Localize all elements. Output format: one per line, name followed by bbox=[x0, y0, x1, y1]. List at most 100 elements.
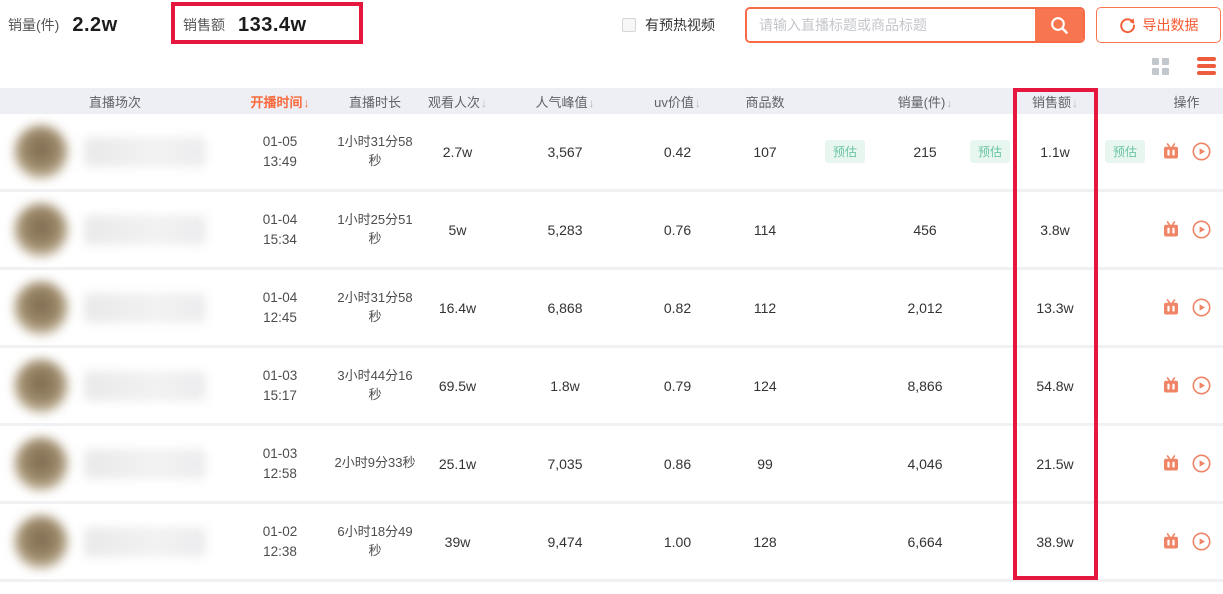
play-icon[interactable] bbox=[1192, 142, 1211, 161]
live-session-cell[interactable] bbox=[0, 359, 230, 413]
column-header-peak-popularity[interactable]: 人气峰值↓ bbox=[495, 92, 635, 111]
play-icon[interactable] bbox=[1192, 298, 1211, 317]
actions-cell bbox=[1150, 142, 1223, 161]
peak-popularity-cell: 5,283 bbox=[495, 222, 635, 238]
live-title-blurred bbox=[84, 449, 206, 479]
live-replay-icon[interactable] bbox=[1162, 143, 1180, 160]
peak-popularity-cell: 9,474 bbox=[495, 534, 635, 550]
uv-value-cell: 0.79 bbox=[635, 378, 720, 394]
column-header-sales-amount[interactable]: 销售额↓ bbox=[1010, 92, 1150, 111]
list-view-icon[interactable] bbox=[1197, 57, 1216, 75]
column-header-uv-value[interactable]: uv价值↓ bbox=[635, 92, 720, 111]
table-row: 01-0212:38 6小时18分49秒 39w 9,474 1.00 128 … bbox=[0, 504, 1223, 582]
sales-amount-cell: 21.5w bbox=[1010, 456, 1150, 472]
column-header-start-time[interactable]: 开播时间↓ bbox=[230, 92, 330, 111]
sales-amount-cell: 13.3w bbox=[1010, 300, 1150, 316]
views-cell: 16.4w bbox=[420, 300, 495, 316]
peak-popularity-cell: 7,035 bbox=[495, 456, 635, 472]
sales-volume-stat: 销量(件) 2.2w bbox=[8, 0, 118, 50]
start-time-cell: 01-0412:45 bbox=[230, 288, 330, 327]
column-header-live-session: 直播场次 bbox=[0, 92, 230, 111]
column-header-sales-volume[interactable]: 销量(件)↓ bbox=[880, 92, 1010, 111]
peak-popularity-cell: 6,868 bbox=[495, 300, 635, 316]
avatar bbox=[14, 125, 68, 179]
duration-cell: 3小时44分16秒 bbox=[330, 367, 420, 405]
column-header-duration: 直播时长 bbox=[330, 92, 420, 111]
live-session-cell[interactable] bbox=[0, 203, 230, 257]
export-data-label: 导出数据 bbox=[1143, 15, 1199, 35]
duration-cell: 6小时18分49秒 bbox=[330, 523, 420, 561]
sales-amount-value: 133.4w bbox=[238, 14, 307, 37]
sales-volume-cell: 2,012 bbox=[880, 300, 1010, 316]
views-cell: 69.5w bbox=[420, 378, 495, 394]
live-title-blurred bbox=[84, 371, 206, 401]
avatar bbox=[14, 515, 68, 569]
uv-value-cell: 0.76 bbox=[635, 222, 720, 238]
circular-arrow-icon bbox=[1119, 17, 1136, 34]
duration-cell: 2小时31分58秒 bbox=[330, 289, 420, 327]
grid-view-icon[interactable] bbox=[1152, 58, 1169, 75]
live-replay-icon[interactable] bbox=[1162, 377, 1180, 394]
sales-amount-label: 销售额 bbox=[183, 15, 225, 35]
sales-amount-stat: 销售额 133.4w bbox=[183, 0, 307, 50]
product-count-cell: 99 bbox=[720, 456, 880, 472]
live-session-cell[interactable] bbox=[0, 437, 230, 491]
table-header-row: 直播场次 开播时间↓ 直播时长 观看人次↓ 人气峰值↓ uv价值↓ 商品数 销量… bbox=[0, 88, 1223, 114]
live-replay-icon[interactable] bbox=[1162, 299, 1180, 316]
play-icon[interactable] bbox=[1192, 220, 1211, 239]
live-session-cell[interactable] bbox=[0, 125, 230, 179]
sales-volume-cell: 6,664 bbox=[880, 534, 1010, 550]
search-input[interactable] bbox=[747, 9, 1035, 41]
column-header-views[interactable]: 观看人次↓ bbox=[420, 92, 495, 111]
sort-down-icon: ↓ bbox=[1072, 96, 1078, 110]
summary-topbar: 销量(件) 2.2w 销售额 133.4w 有预热视频 bbox=[0, 0, 1223, 50]
start-time-cell: 01-0315:17 bbox=[230, 366, 330, 405]
estimate-badge: 预估 bbox=[825, 140, 865, 163]
sales-volume-cell: 8,866 bbox=[880, 378, 1010, 394]
live-analytics-page: 销量(件) 2.2w 销售额 133.4w 有预热视频 bbox=[0, 0, 1223, 594]
uv-value-cell: 0.42 bbox=[635, 144, 720, 160]
sales-volume-cell: 215预估 bbox=[880, 140, 1010, 163]
live-replay-icon[interactable] bbox=[1162, 533, 1180, 550]
duration-cell: 1小时31分58秒 bbox=[330, 133, 420, 171]
estimate-badge: 预估 bbox=[970, 140, 1010, 163]
peak-popularity-cell: 1.8w bbox=[495, 378, 635, 394]
sort-down-icon: ↓ bbox=[304, 96, 310, 110]
live-replay-icon[interactable] bbox=[1162, 221, 1180, 238]
table-row: 01-0315:17 3小时44分16秒 69.5w 1.8w 0.79 124… bbox=[0, 348, 1223, 426]
product-count-cell: 112 bbox=[720, 300, 880, 316]
start-time-cell: 01-0415:34 bbox=[230, 210, 330, 249]
sales-amount-cell: 38.9w bbox=[1010, 534, 1150, 550]
sales-volume-cell: 456 bbox=[880, 222, 1010, 238]
preheat-checkbox-label: 有预热视频 bbox=[645, 15, 715, 35]
search-button[interactable] bbox=[1035, 9, 1083, 41]
sales-amount-cell: 1.1w预估 bbox=[1010, 140, 1150, 163]
live-session-cell[interactable] bbox=[0, 515, 230, 569]
start-time-cell: 01-0312:58 bbox=[230, 444, 330, 483]
sales-volume-label: 销量(件) bbox=[8, 15, 59, 35]
duration-cell: 2小时9分33秒 bbox=[330, 454, 420, 473]
preheat-checkbox[interactable] bbox=[622, 18, 636, 32]
views-cell: 39w bbox=[420, 534, 495, 550]
export-data-button[interactable]: 导出数据 bbox=[1096, 7, 1221, 43]
views-cell: 25.1w bbox=[420, 456, 495, 472]
play-icon[interactable] bbox=[1192, 532, 1211, 551]
view-toggles bbox=[1152, 54, 1216, 78]
start-time-cell: 01-0212:38 bbox=[230, 522, 330, 561]
actions-cell bbox=[1150, 454, 1223, 473]
table-row: 01-0513:49 1小时31分58秒 2.7w 3,567 0.42 107… bbox=[0, 114, 1223, 192]
avatar bbox=[14, 281, 68, 335]
play-icon[interactable] bbox=[1192, 454, 1211, 473]
preheat-filter: 有预热视频 bbox=[622, 0, 715, 50]
column-header-actions: 操作 bbox=[1150, 92, 1223, 111]
sort-down-icon: ↓ bbox=[481, 96, 487, 110]
live-title-blurred bbox=[84, 527, 206, 557]
live-replay-icon[interactable] bbox=[1162, 455, 1180, 472]
live-sessions-table: 直播场次 开播时间↓ 直播时长 观看人次↓ 人气峰值↓ uv价值↓ 商品数 销量… bbox=[0, 88, 1223, 582]
sort-down-icon: ↓ bbox=[946, 96, 952, 110]
play-icon[interactable] bbox=[1192, 376, 1211, 395]
start-time-cell: 01-0513:49 bbox=[230, 132, 330, 171]
live-session-cell[interactable] bbox=[0, 281, 230, 335]
search-box bbox=[745, 7, 1085, 43]
actions-cell bbox=[1150, 532, 1223, 551]
